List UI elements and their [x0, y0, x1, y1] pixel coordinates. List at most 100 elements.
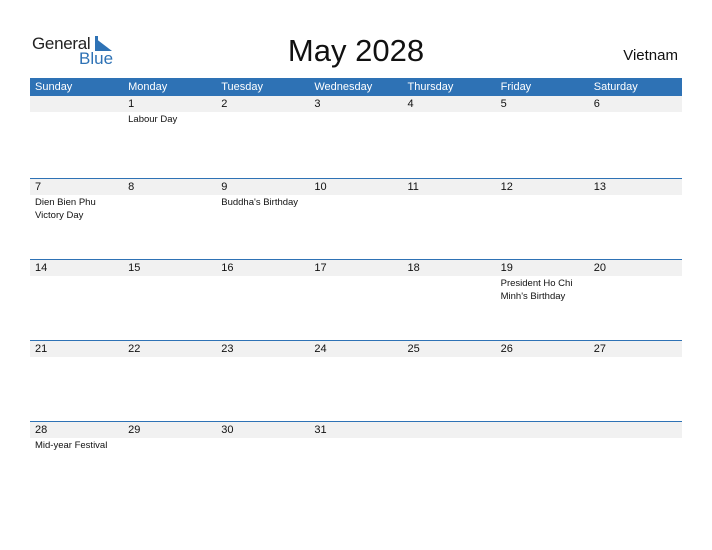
day-number: 17 [314, 262, 327, 274]
day-number: 23 [221, 343, 234, 355]
day-cell: 1 Labour Day [123, 96, 216, 126]
holiday-label [35, 276, 121, 277]
week-cells: 7 Dien Bien Phu Victory Day 8 9 Buddha's Bir… [30, 179, 682, 222]
holiday-label [594, 438, 680, 439]
holiday-label: Buddha's Birthday [221, 197, 299, 208]
day-number: 2 [221, 98, 228, 110]
holiday-label [221, 276, 307, 277]
week-row: 28 Mid-year Festival 29 30 31 [30, 421, 682, 503]
day-number: 19 [500, 262, 513, 274]
holiday-label [314, 195, 400, 196]
week-cells: 14 15 16 17 18 19 President Ho Chi Minh's Birt… [30, 260, 682, 303]
day-number [594, 422, 682, 438]
day-cell: 30 [216, 422, 309, 452]
day-number: 18 [407, 262, 420, 274]
week-cells: 21 22 23 24 25 26 27 [30, 341, 682, 358]
day-number: 11 [407, 181, 419, 193]
day-cell: 5 [496, 96, 589, 126]
day-cell: 16 [216, 260, 309, 303]
holiday-label [128, 438, 214, 439]
day-number: 4 [407, 98, 414, 110]
day-number: 15 [128, 262, 141, 274]
day-number: 16 [221, 262, 234, 274]
day-cell: 17 [309, 260, 402, 303]
holiday-label: Mid-year Festival [35, 440, 108, 451]
week-cells: 1 Labour Day 2 3 4 5 6 [30, 96, 682, 126]
holiday-label [408, 357, 494, 358]
day-cell: 19 President Ho Chi Minh's Birthday [496, 260, 589, 303]
weekday-header: Sunday Monday Tuesday Wednesday Thursday… [30, 78, 682, 96]
day-number [501, 422, 589, 438]
holiday-label [408, 195, 494, 196]
holiday-label [501, 357, 587, 358]
holiday-label [128, 357, 214, 358]
day-cell [403, 422, 496, 452]
day-number [35, 96, 123, 112]
weekday-friday: Friday [500, 81, 532, 93]
holiday-label [594, 112, 680, 113]
day-number: 26 [500, 343, 513, 355]
holiday-label: President Ho Chi Minh's Birthday [500, 278, 573, 302]
day-cell: 28 Mid-year Festival [30, 422, 123, 452]
holiday-label [501, 438, 587, 439]
holiday-label [594, 276, 680, 277]
day-cell: 4 [403, 96, 496, 126]
day-cell: 9 Buddha's Birthday [216, 179, 309, 222]
holiday-label [221, 357, 307, 358]
day-cell: 6 [589, 96, 682, 126]
day-number: 14 [35, 262, 48, 274]
day-cell: 21 [30, 341, 123, 358]
day-cell: 7 Dien Bien Phu Victory Day [30, 179, 123, 222]
day-number: 31 [314, 424, 327, 436]
day-number [408, 422, 496, 438]
holiday-label [314, 357, 400, 358]
day-number: 9 [221, 181, 228, 193]
day-number: 10 [314, 181, 327, 193]
day-number: 22 [128, 343, 141, 355]
day-number: 20 [593, 262, 606, 274]
day-number: 8 [128, 181, 135, 193]
holiday-label [314, 276, 400, 277]
country-label: Vietnam [623, 47, 678, 64]
day-cell: 2 [216, 96, 309, 126]
holiday-label [501, 112, 587, 113]
weekday-monday: Monday [128, 81, 168, 93]
week-row: 1 Labour Day 2 3 4 5 6 [30, 96, 682, 177]
holiday-label [408, 276, 494, 277]
day-cell: 25 [403, 341, 496, 358]
day-number: 25 [407, 343, 420, 355]
day-cell: 23 [216, 341, 309, 358]
weekday-thursday: Thursday [407, 81, 454, 93]
day-number: 3 [314, 98, 321, 110]
day-cell: 24 [309, 341, 402, 358]
holiday-label [314, 438, 400, 439]
day-cell: 20 [589, 260, 682, 303]
day-number: 28 [35, 424, 48, 436]
holiday-label: Dien Bien Phu Victory Day [35, 197, 96, 221]
day-cell: 8 [123, 179, 216, 222]
day-number: 27 [593, 343, 606, 355]
holiday-label [35, 112, 121, 113]
day-cell: 10 [309, 179, 402, 222]
day-cell: 3 [309, 96, 402, 126]
day-cell: 26 [496, 341, 589, 358]
weekday-tuesday: Tuesday [221, 81, 264, 93]
holiday-label [408, 112, 494, 113]
holiday-label [594, 357, 680, 358]
day-number: 12 [500, 181, 513, 193]
day-cell: 14 [30, 260, 123, 303]
day-cell: 31 [309, 422, 402, 452]
week-row: 14 15 16 17 18 19 President Ho Chi Minh's Birt… [30, 259, 682, 341]
week-row: 7 Dien Bien Phu Victory Day 8 9 Buddha's Bir… [30, 178, 682, 260]
day-number: 1 [128, 98, 135, 110]
day-cell: 18 [403, 260, 496, 303]
holiday-label [408, 438, 494, 439]
day-number: 13 [593, 181, 606, 193]
holiday-label [128, 276, 214, 277]
day-cell: 13 [589, 179, 682, 222]
day-number: 7 [35, 181, 42, 193]
day-number: 29 [128, 424, 141, 436]
day-cell: 29 [123, 422, 216, 452]
week-cells: 28 Mid-year Festival 29 30 31 [30, 422, 682, 452]
holiday-label: Labour Day [128, 114, 178, 125]
